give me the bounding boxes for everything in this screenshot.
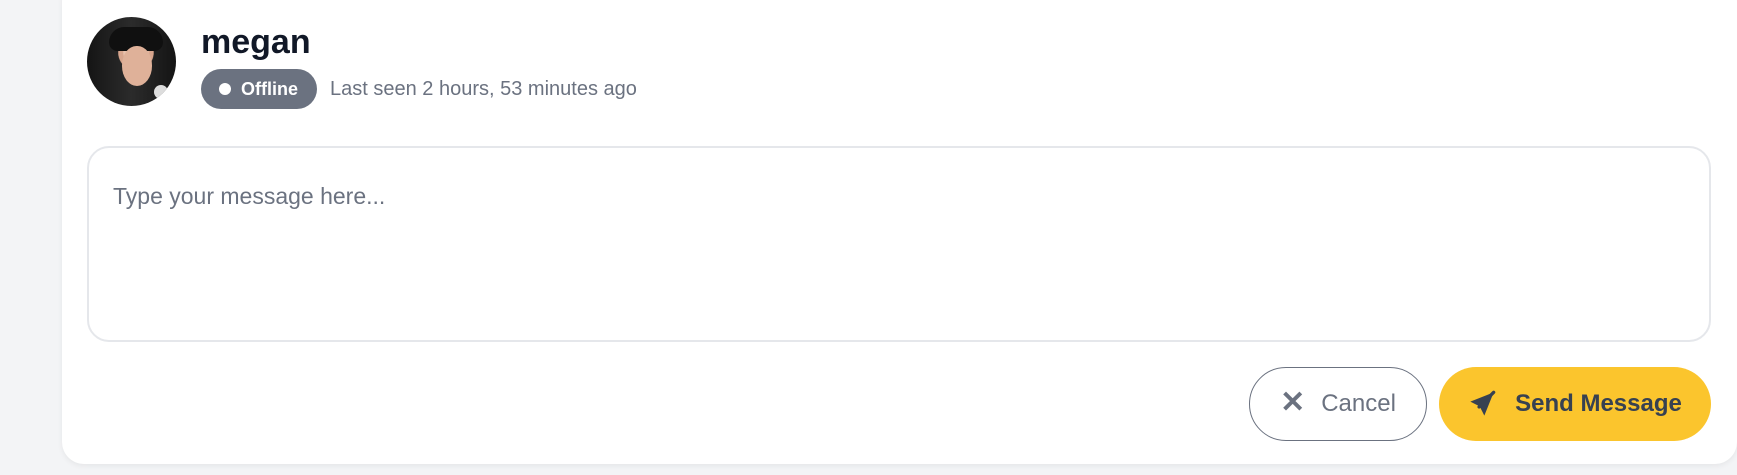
cancel-label: Cancel	[1321, 390, 1396, 417]
last-seen-text: Last seen 2 hours, 53 minutes ago	[330, 78, 637, 100]
user-name: megan	[201, 23, 311, 61]
status-label: Offline	[241, 79, 298, 99]
paper-plane-icon	[1470, 390, 1496, 416]
status-badge: Offline	[201, 69, 317, 109]
close-icon: ✕	[1280, 386, 1306, 419]
message-input[interactable]	[87, 146, 1711, 342]
send-message-button[interactable]: Send Message	[1439, 367, 1711, 441]
avatar	[87, 17, 176, 106]
send-label: Send Message	[1515, 390, 1682, 417]
avatar-face	[122, 46, 152, 86]
cancel-button[interactable]: ✕ Cancel	[1249, 367, 1427, 441]
offline-dot-icon	[219, 83, 231, 95]
